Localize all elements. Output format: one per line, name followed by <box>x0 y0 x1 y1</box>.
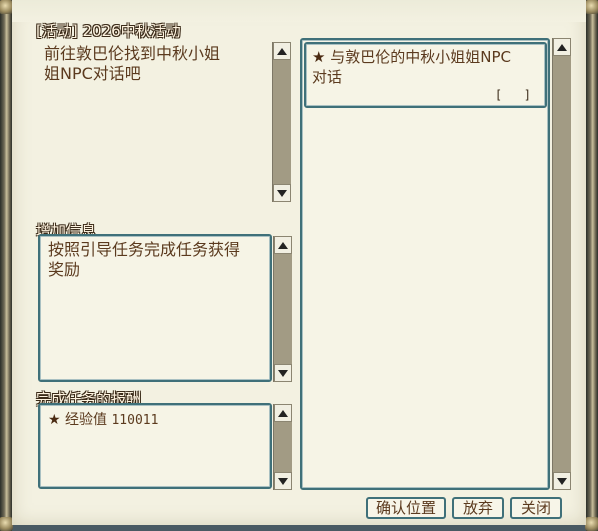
quest-window: [活动] 2026中秋活动 前往敦巴伦找到中秋小姐 姐NPC对话吧 增加信息 按… <box>0 0 598 531</box>
objective-scrollbar[interactable] <box>552 38 571 490</box>
reward-item-value: 110011 <box>111 413 159 428</box>
quest-description: 前往敦巴伦找到中秋小姐 姐NPC对话吧 <box>44 44 220 84</box>
objective-item[interactable]: ★ 与敦巴伦的中秋小姐姐NPC 对话 [ ] <box>304 42 547 108</box>
star-icon: ★ <box>312 48 326 66</box>
reward-item-label: 经验值 <box>65 412 108 428</box>
additional-info-panel: 按照引导任务完成任务获得 奖励 <box>38 234 272 382</box>
left-scroll-rod <box>0 0 13 531</box>
scroll-down-arrow-icon[interactable] <box>274 364 292 382</box>
title-bar[interactable] <box>12 0 586 22</box>
additional-info-line: 按照引导任务完成任务获得 <box>48 240 241 259</box>
reward-item: ★ 经验值 110011 <box>48 410 158 431</box>
additional-info-line: 奖励 <box>48 260 81 279</box>
quest-description-line: 姐NPC对话吧 <box>44 64 141 83</box>
additional-info-scrollbar[interactable] <box>273 236 292 382</box>
scroll-down-arrow-icon[interactable] <box>274 472 292 490</box>
objective-line: 对话 <box>312 68 343 86</box>
additional-info-text: 按照引导任务完成任务获得 奖励 <box>48 240 240 280</box>
scroll-down-arrow-icon[interactable] <box>273 184 291 202</box>
objective-text: ★ 与敦巴伦的中秋小姐姐NPC 对话 <box>312 47 511 87</box>
quest-title: [活动] 2026中秋活动 <box>36 22 181 40</box>
quest-description-line: 前往敦巴伦找到中秋小姐 <box>44 44 221 63</box>
scroll-up-arrow-icon[interactable] <box>553 38 571 56</box>
scroll-up-arrow-icon[interactable] <box>274 404 292 422</box>
description-scrollbar[interactable] <box>272 42 291 202</box>
right-scroll-rod <box>585 0 598 531</box>
reward-scrollbar[interactable] <box>273 404 292 490</box>
scroll-down-arrow-icon[interactable] <box>553 472 571 490</box>
reward-panel: ★ 经验值 110011 <box>38 403 272 489</box>
star-icon: ★ <box>48 412 61 428</box>
locate-button[interactable]: 确认位置 <box>366 497 446 519</box>
objective-progress: [ ] <box>494 88 531 102</box>
objective-line: 与敦巴伦的中秋小姐姐NPC <box>330 48 511 66</box>
close-button[interactable]: 关闭 <box>510 497 562 519</box>
scroll-up-arrow-icon[interactable] <box>274 236 292 254</box>
abandon-button[interactable]: 放弃 <box>452 497 504 519</box>
scroll-up-arrow-icon[interactable] <box>273 42 291 60</box>
